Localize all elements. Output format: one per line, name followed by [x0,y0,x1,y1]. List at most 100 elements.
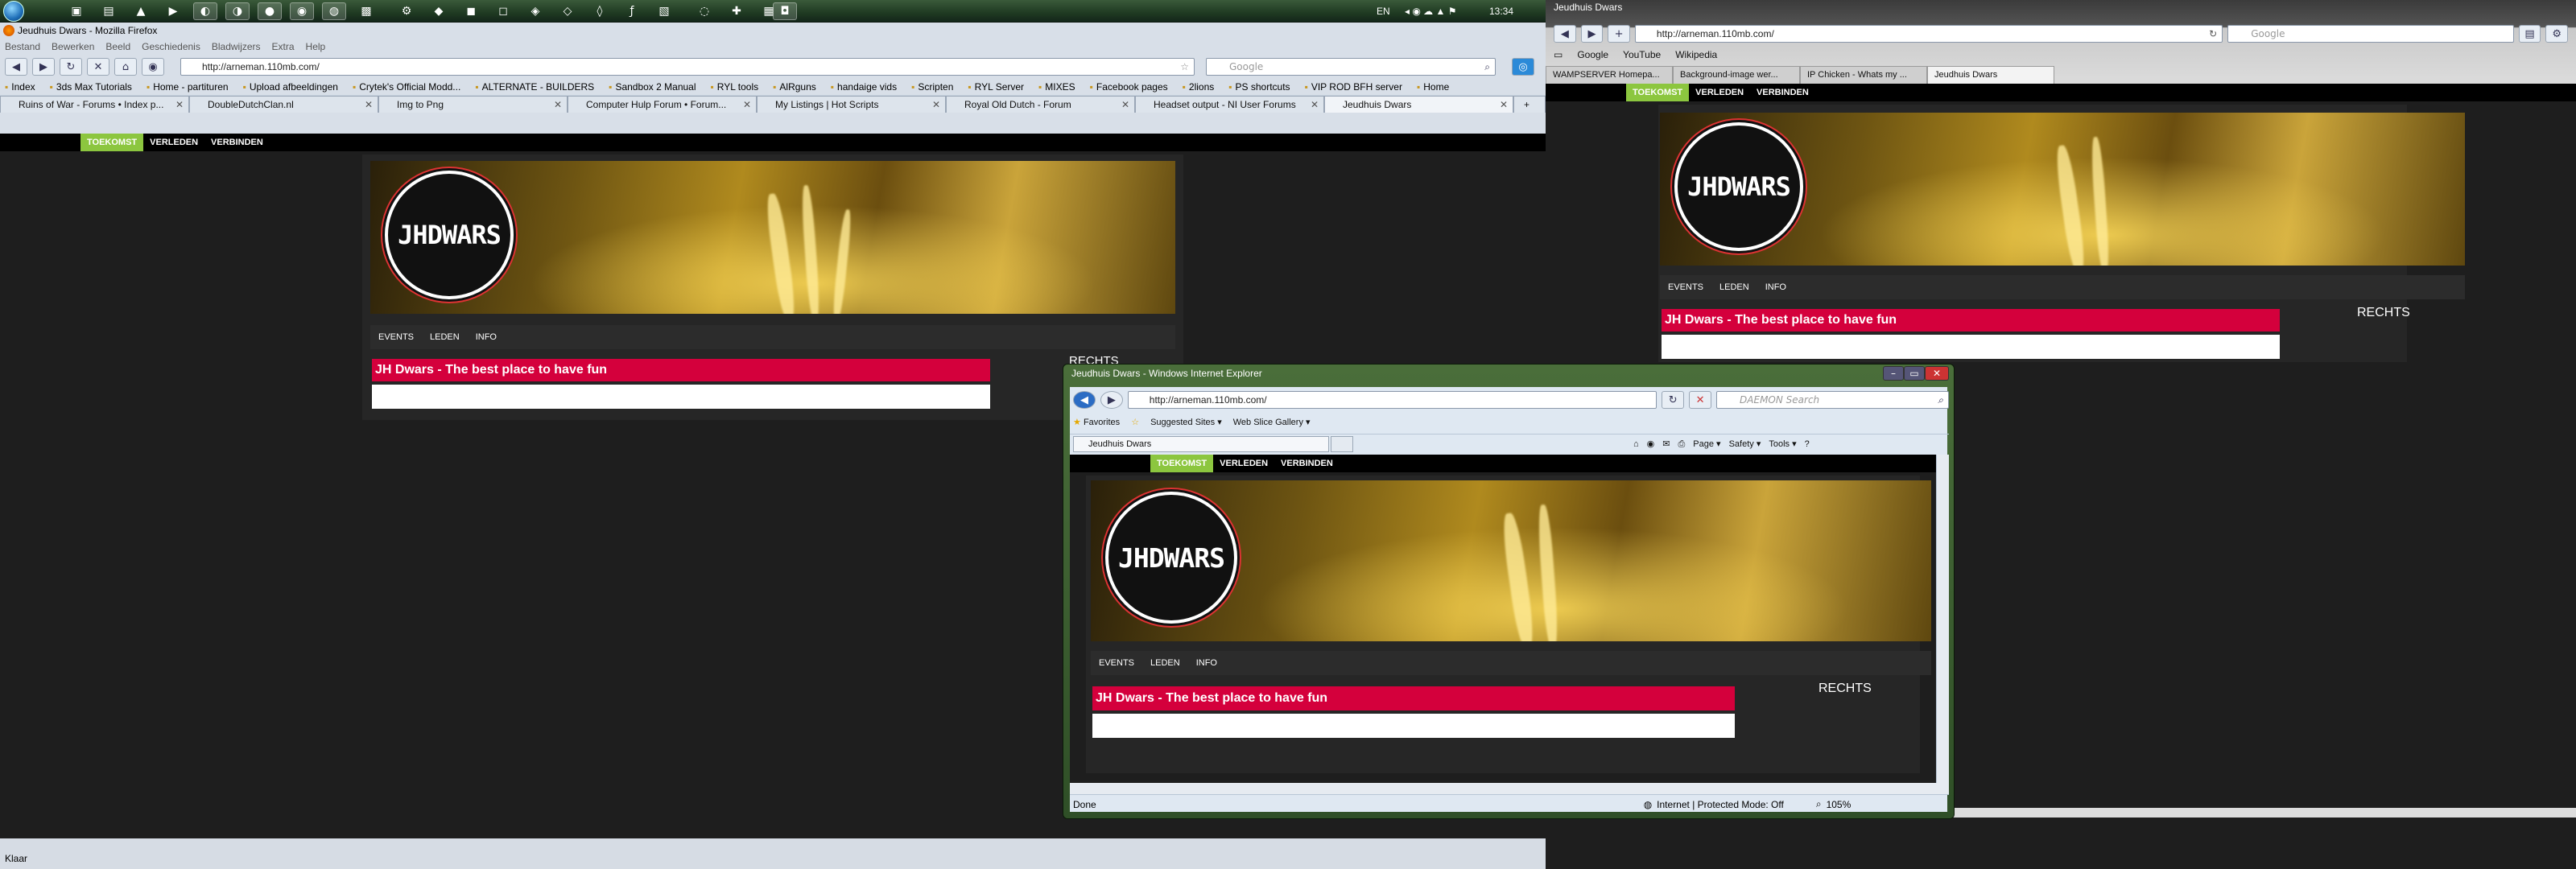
app-icon[interactable]: ◊ [588,2,612,20]
back-button[interactable]: ◀ [5,58,27,76]
close-tab-icon[interactable]: ✕ [554,97,562,113]
new-tab-icon[interactable]: + [1608,25,1630,43]
bookmark-google[interactable]: Google [1577,47,1608,63]
nav-toekomst[interactable]: TOEKOMST [1150,455,1214,472]
app-icon[interactable]: ◼ [459,2,483,20]
maximize-button[interactable]: ▭ [1904,366,1925,381]
forward-button[interactable]: ▶ [32,58,55,76]
page-menu-icon[interactable]: ▤ [2518,25,2541,43]
print-icon[interactable]: ⎙ [1678,436,1685,452]
chrome-tab-active[interactable]: Jeudhuis Dwars [1927,66,2054,84]
bookmark-youtube[interactable]: YouTube [1623,47,1661,63]
bookmark-item[interactable]: AlRguns [773,79,815,95]
ie-url-input[interactable]: http://arneman.110mb.com/ [1127,391,1657,409]
bookmark-item[interactable]: handaige vids [831,79,897,95]
mail-icon[interactable]: ✉ [1662,436,1670,452]
nav-toekomst[interactable]: TOEKOMST [80,134,144,151]
nav-verbinden[interactable]: VERBINDEN [1750,84,1815,101]
bookmark-item[interactable]: Scripten [911,79,953,95]
nav-verleden[interactable]: VERLEDEN [143,134,204,151]
subnav-info[interactable]: INFO [1757,282,1794,292]
subnav-info[interactable]: INFO [1188,658,1225,668]
bookmark-item[interactable]: PS shortcuts [1228,79,1290,95]
addon-icon[interactable]: ◉ [142,58,164,76]
back-button[interactable]: ◀ [1073,391,1096,409]
close-tab-icon[interactable]: ✕ [1500,97,1508,113]
menu-view[interactable]: Beeld [105,39,130,55]
subnav-events[interactable]: EVENTS [1091,658,1142,668]
bookmark-item[interactable]: Sandbox 2 Manual [609,79,696,95]
subnav-events[interactable]: EVENTS [1660,282,1711,292]
close-tab-icon[interactable]: ✕ [175,97,184,113]
browser-tab[interactable]: My Listings | Hot Scripts ✕ [757,96,946,113]
language-indicator[interactable]: EN [1377,6,1390,17]
app-icon[interactable]: ✚ [724,2,749,20]
app-icon[interactable]: ◐ [193,2,217,20]
menu-history[interactable]: Geschiedenis [142,39,200,55]
browser-tab-active[interactable]: Jeudhuis Dwars ✕ [1324,96,1513,113]
clock[interactable]: 13:34 [1489,6,1513,17]
bookmark-item[interactable]: MIXES [1038,79,1075,95]
chrome-tab[interactable]: WAMPSERVER Homepa... [1546,66,1673,84]
start-button[interactable] [3,1,24,22]
feeds-icon[interactable]: ◉ [1647,436,1655,452]
browser-tab[interactable]: Royal Old Dutch - Forum ✕ [946,96,1135,113]
refresh-icon[interactable]: ↻ [1662,391,1685,409]
zoom-level[interactable]: 105% [1827,799,1852,810]
firefox-hscroll[interactable] [0,838,1546,853]
menu-edit[interactable]: Bewerken [52,39,94,55]
browser-tab[interactable]: Ruins of War - Forums • Index p... ✕ [0,96,189,113]
forward-button[interactable]: ▶ [1580,25,1604,43]
close-tab-icon[interactable]: ✕ [1311,97,1319,113]
search-icon[interactable]: ⌕ [1484,59,1490,75]
browser-tab[interactable]: Computer Hulp Forum • Forum... ✕ [568,96,757,113]
bookmark-item[interactable]: RYL Server [968,79,1024,95]
chrome-icon[interactable]: ◉ [290,2,314,20]
firefox-search-input[interactable]: Google ⌕ [1206,58,1496,76]
nav-verbinden[interactable]: VERBINDEN [204,134,270,151]
picture-icon[interactable]: ▩ [354,2,378,20]
bookmark-item[interactable]: Index [5,79,35,95]
bookmark-item[interactable]: Home - partituren [147,79,228,95]
firefox-url-input[interactable]: http://arneman.110mb.com/ ☆ [180,58,1195,76]
search-icon[interactable]: ⌕ [1938,392,1943,408]
app-icon[interactable]: ◻ [491,2,515,20]
bookmark-item[interactable]: Home [1417,79,1449,95]
minimize-button[interactable]: – [1883,366,1904,381]
bookmark-item[interactable]: 2lions [1183,79,1214,95]
jhdwars-logo[interactable]: JHDWARS [1674,122,1803,251]
menu-help[interactable]: Help [306,39,326,55]
nav-verleden[interactable]: VERLEDEN [1213,455,1274,472]
safety-menu[interactable]: Safety ▾ [1729,436,1761,452]
app-icon[interactable]: ◍ [322,2,346,20]
bookmark-item[interactable]: Facebook pages [1090,79,1168,95]
jhdwars-logo[interactable]: JHDWARS [385,171,514,299]
app-icon[interactable]: ◑ [225,2,250,20]
home-button[interactable]: ⌂ [114,58,137,76]
menu-file[interactable]: Bestand [5,39,40,55]
app-icon[interactable]: ◘ [773,2,797,20]
chrome-tab[interactable]: Background-image wer... [1673,66,1800,84]
help-icon[interactable]: ? [1805,436,1810,452]
app-icon[interactable]: ◇ [555,2,580,20]
app-icon[interactable]: ◌ [692,2,716,20]
app-icon[interactable]: ◈ [523,2,547,20]
subnav-leden[interactable]: LEDEN [1711,282,1757,292]
steam-icon[interactable]: ⚙ [394,2,419,20]
toolbar-extension-icon[interactable]: ◎ [1512,58,1534,76]
add-favorite-icon[interactable]: ☆ [1131,414,1139,430]
bookmark-item[interactable]: VIP ROD BFH server [1305,79,1402,95]
firefox-icon[interactable]: ● [258,2,282,20]
tray-icons[interactable]: ◂ ◉ ☁ ▲ ⚑ [1405,6,1456,17]
favorites-button[interactable]: ★ Favorites [1073,414,1120,430]
wrench-icon[interactable]: ⚙ [2545,25,2568,43]
nav-verbinden[interactable]: VERBINDEN [1274,455,1340,472]
ie-vscroll[interactable] [1936,455,1949,783]
filezilla-icon[interactable]: ƒ [620,2,644,20]
bookmarks-icon[interactable]: ▭ [1554,47,1563,63]
bookmark-item[interactable]: Crytek's Official Modd... [353,79,460,95]
menu-bookmarks[interactable]: Bladwijzers [212,39,261,55]
ie-hscroll[interactable] [1070,783,1949,794]
explorer-icon[interactable]: ▤ [97,2,121,20]
forward-button[interactable]: ▶ [1100,391,1123,409]
